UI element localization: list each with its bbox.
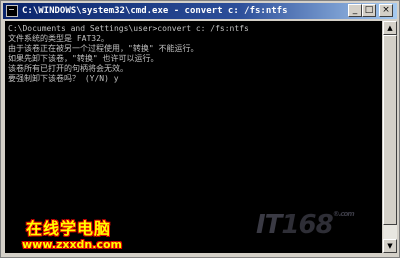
watermark-site-url: www.zxxdn.com xyxy=(22,238,122,251)
console-line: 由于该卷正在被另一个过程使用，"转换" 不能运行。 xyxy=(8,44,199,53)
scroll-down-button[interactable]: ▼ xyxy=(383,239,397,253)
watermark-site-name: 在线学电脑 xyxy=(26,219,112,238)
console-line: C:\Documents and Settings\user>convert c… xyxy=(8,24,249,33)
watermark-brand-number: 168 xyxy=(281,210,333,240)
console-line: 如果先卸下该卷，"转换" 也许可以运行。 xyxy=(8,54,159,63)
watermark-brand-it: IT xyxy=(256,210,282,240)
window-title: C:\WINDOWS\system32\cmd.exe - convert c:… xyxy=(22,6,288,16)
console-line: 文件系统的类型是 FAT32。 xyxy=(8,34,109,43)
watermark-brand-logo: IT168®.com xyxy=(256,210,355,240)
close-button[interactable]: × xyxy=(379,4,393,17)
console-line: 该卷所有已打开的句柄将会无效。 xyxy=(8,64,128,73)
vertical-scrollbar[interactable]: ▲ ▼ xyxy=(383,21,397,253)
title-bar[interactable]: C:\WINDOWS\system32\cmd.exe - convert c:… xyxy=(3,3,397,19)
scroll-up-button[interactable]: ▲ xyxy=(383,21,397,35)
cmd-icon[interactable] xyxy=(6,5,18,17)
watermark-brand-suffix: .com xyxy=(338,210,355,218)
maximize-button[interactable]: □ xyxy=(362,4,376,17)
minimize-button[interactable]: _ xyxy=(348,4,362,17)
scroll-thumb[interactable] xyxy=(383,35,397,225)
console-line: 要强制卸下该卷吗？ (Y/N) y xyxy=(8,74,119,83)
